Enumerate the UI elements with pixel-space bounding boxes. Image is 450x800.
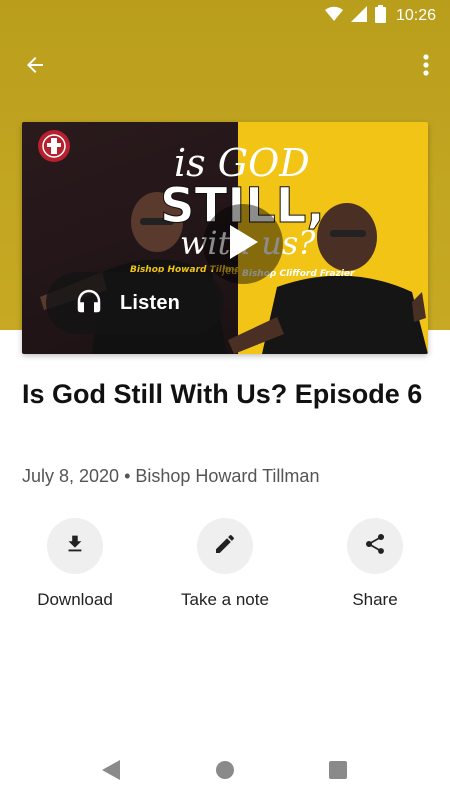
download-button[interactable]: Download <box>5 518 145 610</box>
nav-recents-icon[interactable] <box>328 760 348 785</box>
pencil-icon <box>213 532 237 561</box>
listen-button[interactable]: Listen <box>46 272 224 334</box>
status-bar: 10:26 <box>0 0 450 32</box>
nav-home-icon[interactable] <box>215 760 235 785</box>
back-button[interactable] <box>16 48 54 86</box>
take-note-button[interactable]: Take a note <box>155 518 295 610</box>
episode-meta: July 8, 2020 • Bishop Howard Tillman <box>22 466 320 486</box>
take-note-label: Take a note <box>181 590 269 609</box>
arrow-back-icon <box>23 53 47 82</box>
play-button[interactable] <box>203 204 283 284</box>
take-note-circle[interactable] <box>197 518 253 574</box>
nav-back-icon[interactable] <box>100 758 122 787</box>
action-row: Download Take a note Share <box>0 518 450 618</box>
more-options-button[interactable] <box>414 48 438 86</box>
signal-icon <box>350 5 367 27</box>
system-nav-bar <box>0 744 450 800</box>
headphones-icon <box>74 286 104 321</box>
share-button[interactable]: Share <box>305 518 445 610</box>
wifi-icon <box>324 6 343 27</box>
status-time: 10:26 <box>395 7 436 24</box>
episode-title: Is God Still With Us? Episode 6 <box>22 379 423 409</box>
app-bar <box>0 40 450 90</box>
listen-label: Listen <box>120 291 181 314</box>
battery-icon <box>374 4 386 28</box>
share-label: Share <box>352 590 398 609</box>
play-icon <box>228 224 258 264</box>
more-vertical-icon <box>423 53 429 82</box>
share-icon <box>363 532 387 561</box>
share-circle[interactable] <box>347 518 403 574</box>
download-icon <box>63 532 87 561</box>
status-icons <box>324 4 386 28</box>
download-circle[interactable] <box>47 518 103 574</box>
church-logo <box>38 130 70 162</box>
download-label: Download <box>37 590 113 609</box>
episode-artwork[interactable]: is GOD STILL, with us? featuring Bishop … <box>22 122 428 354</box>
